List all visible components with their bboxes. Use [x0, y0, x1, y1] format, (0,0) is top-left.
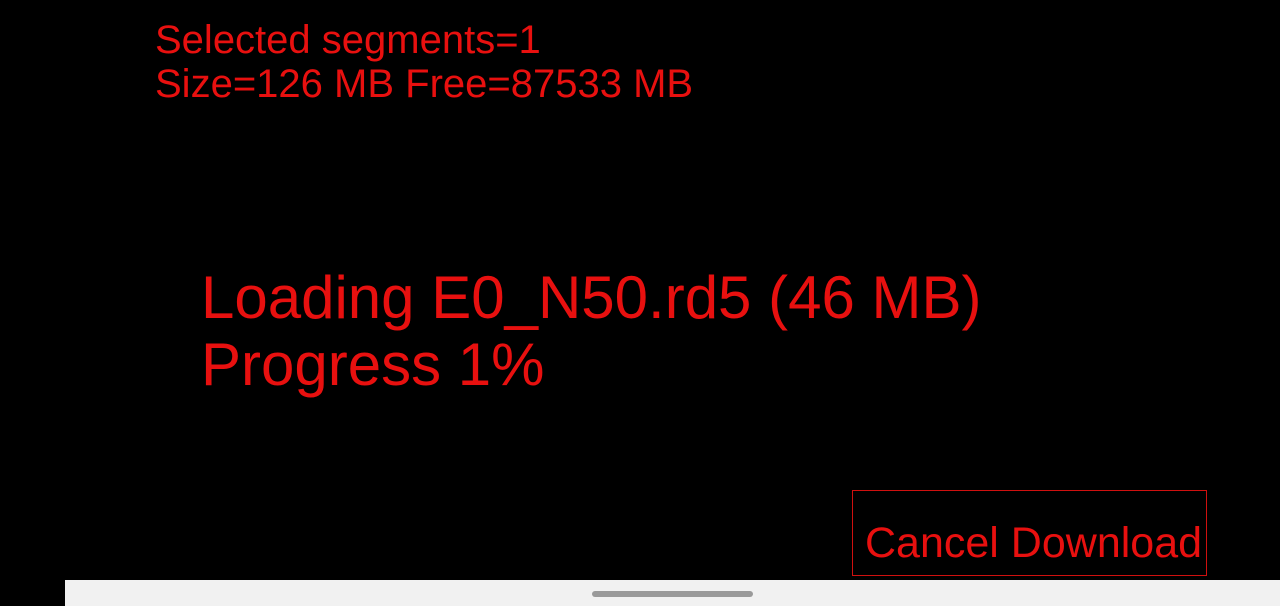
- home-handle-icon[interactable]: [592, 591, 753, 597]
- progress-text: Progress 1%: [201, 331, 545, 398]
- system-navigation-bar: [65, 580, 1280, 606]
- selected-segments-text: Selected segments=1: [155, 18, 541, 62]
- download-status: Loading E0_N50.rd5 (46 MB) Progress 1%: [201, 264, 981, 398]
- loading-file-text: Loading E0_N50.rd5 (46 MB): [201, 264, 982, 331]
- selection-info: Selected segments=1 Size=126 MB Free=875…: [155, 18, 693, 106]
- cancel-download-button[interactable]: Cancel Download: [852, 490, 1207, 576]
- size-free-text: Size=126 MB Free=87533 MB: [155, 62, 694, 106]
- cancel-download-label: Cancel Download: [865, 519, 1203, 567]
